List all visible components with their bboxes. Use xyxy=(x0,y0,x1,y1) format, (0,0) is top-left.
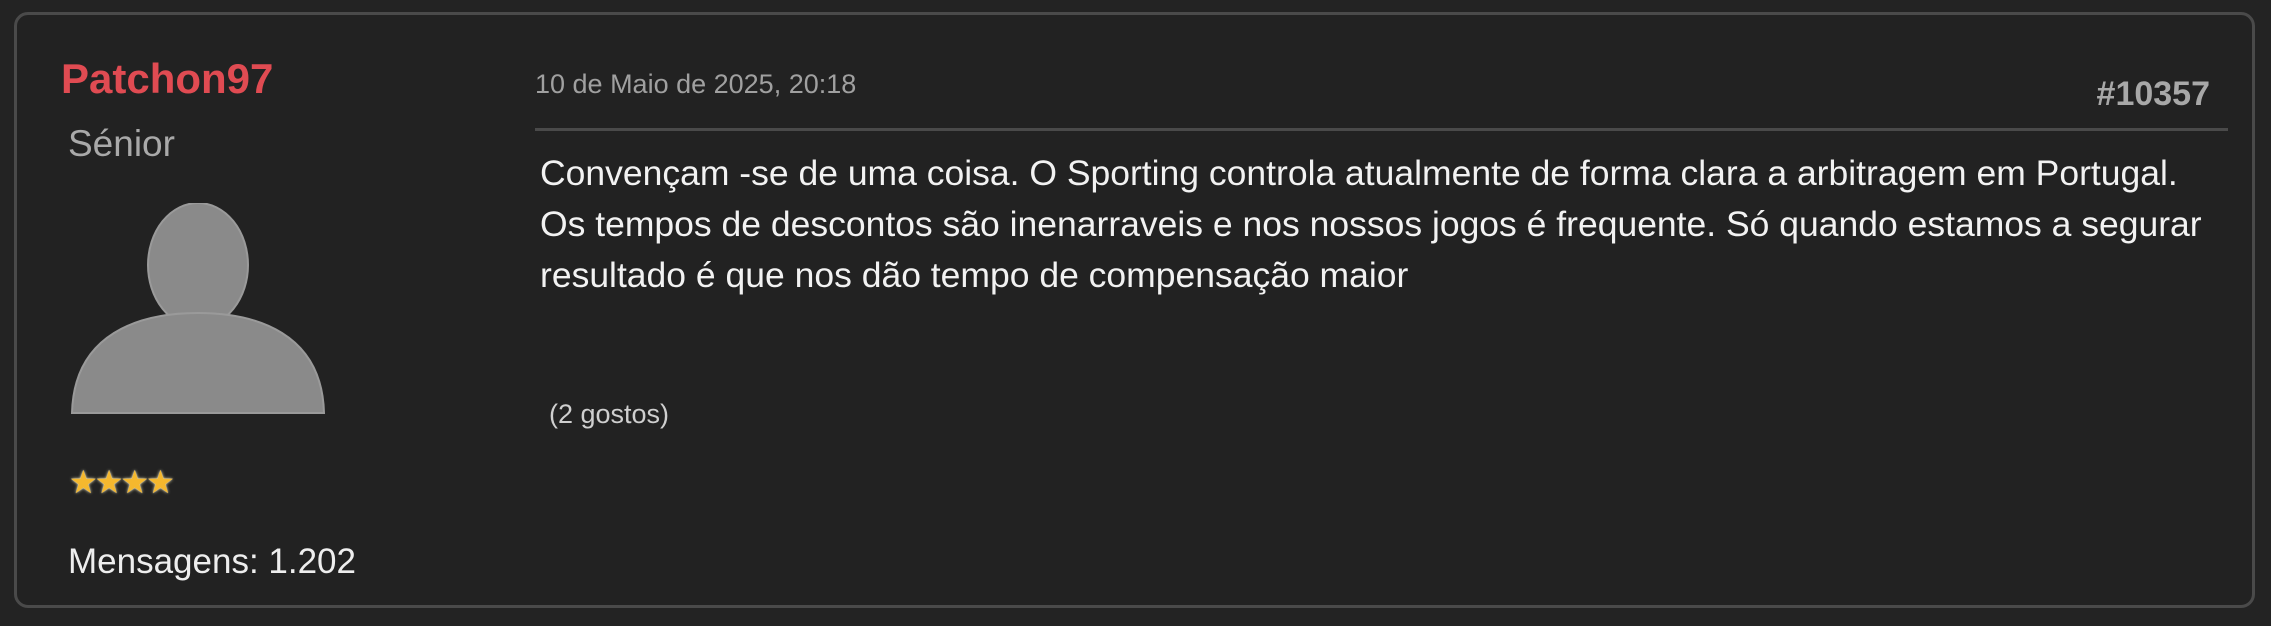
likes-count[interactable]: (2 gostos) xyxy=(549,399,669,430)
username-link[interactable]: Patchon97 xyxy=(61,55,273,103)
forum-post: Patchon97 Sénior ★★★★ Mensagens: 1.202 1… xyxy=(14,12,2255,608)
message-count: Mensagens: 1.202 xyxy=(68,542,356,581)
post-date: 10 de Maio de 2025, 20:18 xyxy=(535,69,857,99)
default-user-avatar-icon[interactable] xyxy=(70,202,326,415)
rank-stars-icon: ★★★★ xyxy=(69,464,175,500)
header-divider xyxy=(535,128,2228,131)
user-rank: Sénior xyxy=(68,123,175,164)
post-body: Convençam -se de uma coisa. O Sporting c… xyxy=(540,153,2202,295)
post-number-link[interactable]: #10357 xyxy=(2097,75,2210,114)
